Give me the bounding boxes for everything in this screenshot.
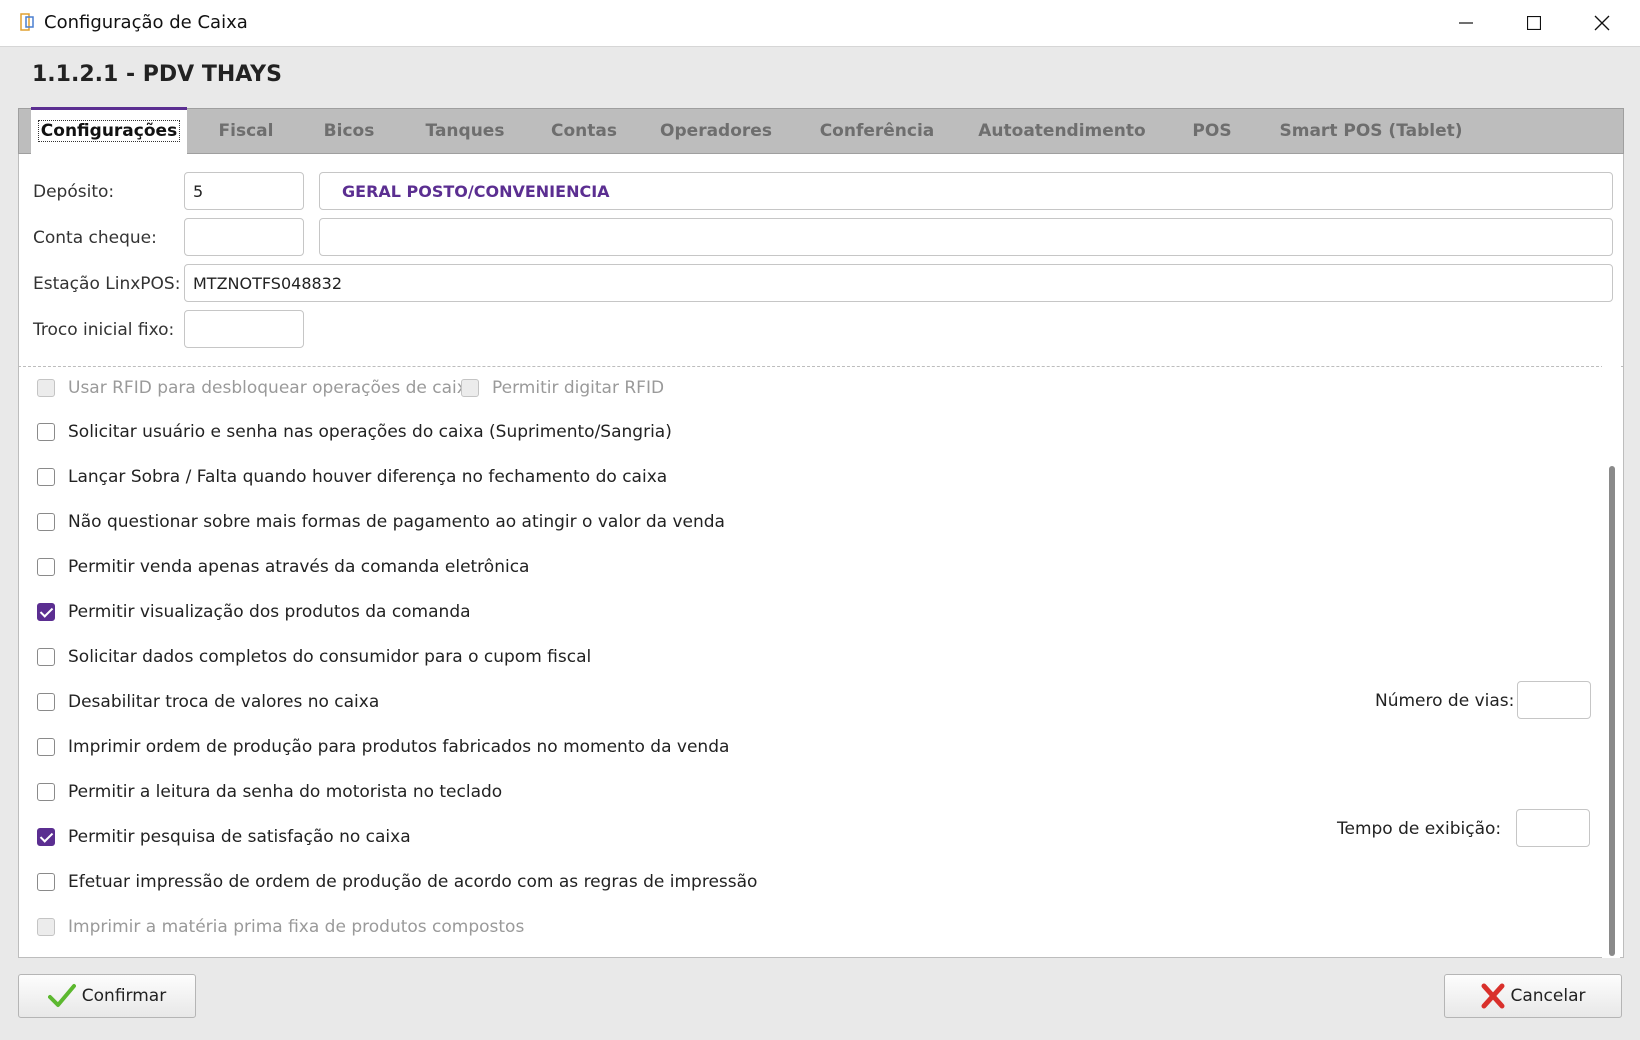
- confirm-button[interactable]: Confirmar: [18, 974, 196, 1018]
- checkbox[interactable]: [37, 513, 55, 531]
- close-icon: [1594, 15, 1610, 31]
- check-usar-rfid[interactable]: Usar RFID para desbloquear operações de …: [37, 375, 477, 401]
- check-dados-consumidor[interactable]: Solicitar dados completos do consumidor …: [37, 644, 591, 670]
- check-solicitar-usuario-senha[interactable]: Solicitar usuário e senha nas operações …: [37, 419, 672, 445]
- estacao-linxpos-input[interactable]: MTZNOTFS048832: [184, 264, 1613, 302]
- check-label: Desabilitar troca de valores no caixa: [68, 692, 380, 712]
- check-label: Permitir pesquisa de satisfação no caixa: [68, 827, 411, 847]
- check-label: Solicitar dados completos do consumidor …: [68, 647, 592, 667]
- cancel-button[interactable]: Cancelar: [1444, 974, 1622, 1018]
- tempo-exibicao-input[interactable]: [1516, 809, 1590, 847]
- checkbox[interactable]: [37, 918, 55, 936]
- conta-cheque-code-input[interactable]: [184, 218, 304, 256]
- checkbox-checked[interactable]: [37, 828, 55, 846]
- options-panel: Usar RFID para desbloquear operações de …: [18, 366, 1624, 958]
- checkbox[interactable]: [37, 379, 55, 397]
- check-label: Solicitar usuário e senha nas operações …: [68, 422, 672, 442]
- checkbox-checked[interactable]: [37, 603, 55, 621]
- tab-conferencia[interactable]: Conferência: [807, 109, 947, 153]
- cancel-label: Cancelar: [1510, 986, 1586, 1006]
- checkbox[interactable]: [37, 783, 55, 801]
- tab-operadores[interactable]: Operadores: [651, 109, 781, 153]
- minimize-button[interactable]: [1432, 0, 1500, 46]
- tab-tanques[interactable]: Tanques: [415, 109, 515, 153]
- numero-vias-input[interactable]: [1517, 681, 1591, 719]
- checkbox[interactable]: [37, 558, 55, 576]
- tab-label: Configurações: [37, 120, 181, 142]
- checkbox[interactable]: [37, 423, 55, 441]
- check-label: Não questionar sobre mais formas de paga…: [68, 512, 725, 532]
- checkbox[interactable]: [37, 468, 55, 486]
- tab-configuracoes[interactable]: Configurações: [31, 107, 187, 155]
- app-icon: [20, 13, 34, 31]
- check-label: Permitir visualização dos produtos da co…: [68, 602, 471, 622]
- check-label: Permitir a leitura da senha do motorista…: [68, 782, 503, 802]
- tab-contas[interactable]: Contas: [543, 109, 625, 153]
- check-venda-comanda-eletronica[interactable]: Permitir venda apenas através da comanda…: [37, 554, 529, 580]
- checkmark-icon: [47, 983, 76, 1009]
- check-imprimir-ordem-producao[interactable]: Imprimir ordem de produção para produtos…: [37, 734, 729, 760]
- tab-bar: Configurações Fiscal Bicos Tanques Conta…: [18, 107, 1624, 155]
- page-title: 1.1.2.1 - PDV THAYS: [32, 62, 282, 87]
- tab-fiscal[interactable]: Fiscal: [207, 109, 285, 153]
- checkbox[interactable]: [37, 693, 55, 711]
- check-label: Permitir digitar RFID: [492, 378, 665, 398]
- tab-smart-pos[interactable]: Smart POS (Tablet): [1273, 109, 1469, 153]
- check-label: Permitir venda apenas através da comanda…: [68, 557, 530, 577]
- check-label: Usar RFID para desbloquear operações de …: [68, 378, 478, 398]
- check-label: Imprimir a matéria prima fixa de produto…: [68, 917, 525, 937]
- tab-bicos[interactable]: Bicos: [311, 109, 387, 153]
- tab-pos[interactable]: POS: [1177, 109, 1247, 153]
- check-materia-prima-fixa[interactable]: Imprimir a matéria prima fixa de produto…: [37, 914, 524, 940]
- check-label: Efetuar impressão de ordem de produção d…: [68, 872, 758, 892]
- conta-cheque-description-field[interactable]: [319, 218, 1613, 256]
- checkbox[interactable]: [37, 873, 55, 891]
- check-pesquisa-satisfacao[interactable]: Permitir pesquisa de satisfação no caixa: [37, 824, 411, 850]
- checkbox[interactable]: [461, 379, 479, 397]
- check-label: Imprimir ordem de produção para produtos…: [68, 737, 730, 757]
- troco-inicial-input[interactable]: [184, 310, 304, 348]
- tab-autoatendimento[interactable]: Autoatendimento: [973, 109, 1151, 153]
- deposito-code-input[interactable]: 5: [184, 172, 304, 210]
- deposito-description-field[interactable]: GERAL POSTO/CONVENIENCIA: [319, 172, 1613, 210]
- scrollbar-thumb[interactable]: [1609, 466, 1615, 956]
- checkbox[interactable]: [37, 648, 55, 666]
- maximize-button[interactable]: [1500, 0, 1568, 46]
- check-permitir-digitar-rfid[interactable]: Permitir digitar RFID: [461, 375, 664, 401]
- check-desabilitar-troca[interactable]: Desabilitar troca de valores no caixa: [37, 689, 379, 715]
- numero-vias-label: Número de vias:: [1375, 691, 1515, 711]
- window-title: Configuração de Caixa: [44, 12, 248, 33]
- check-visualizacao-produtos-comanda[interactable]: Permitir visualização dos produtos da co…: [37, 599, 471, 625]
- minimize-icon: [1459, 22, 1473, 24]
- troco-label: Troco inicial fixo:: [33, 320, 175, 340]
- form-panel: Depósito: 5 GERAL POSTO/CONVENIENCIA Con…: [18, 154, 1624, 366]
- maximize-icon: [1527, 16, 1541, 30]
- check-impressao-regras[interactable]: Efetuar impressão de ordem de produção d…: [37, 869, 757, 895]
- check-leitura-senha-motorista[interactable]: Permitir a leitura da senha do motorista…: [37, 779, 502, 805]
- deposito-label: Depósito:: [33, 182, 115, 202]
- tempo-exibicao-label: Tempo de exibição:: [1337, 819, 1502, 839]
- title-bar: Configuração de Caixa: [0, 0, 1640, 47]
- conta-cheque-label: Conta cheque:: [33, 228, 157, 248]
- cross-icon: [1481, 983, 1505, 1009]
- check-nao-questionar-pagamento[interactable]: Não questionar sobre mais formas de paga…: [37, 509, 725, 535]
- confirm-label: Confirmar: [81, 986, 167, 1006]
- close-button[interactable]: [1568, 0, 1636, 46]
- estacao-label: Estação LinxPOS:: [33, 274, 181, 294]
- check-label: Lançar Sobra / Falta quando houver difer…: [68, 467, 668, 487]
- checkbox[interactable]: [37, 738, 55, 756]
- check-lancar-sobra-falta[interactable]: Lançar Sobra / Falta quando houver difer…: [37, 464, 667, 490]
